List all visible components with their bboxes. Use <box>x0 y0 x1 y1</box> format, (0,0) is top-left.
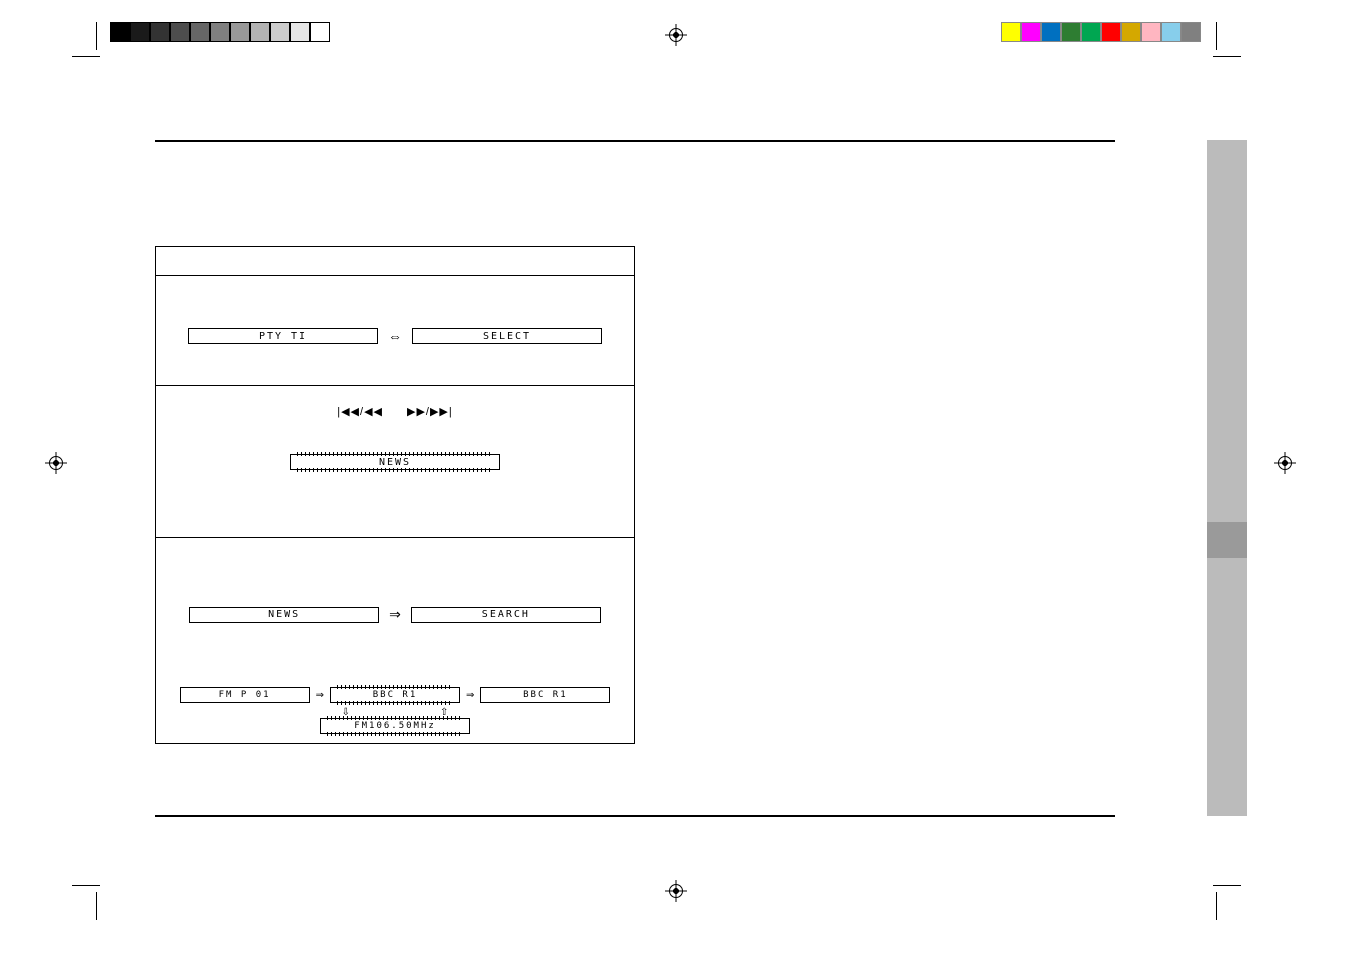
side-tab-active <box>1207 522 1247 558</box>
display-cell: SEARCH <box>411 607 601 623</box>
display-cell: BBC R1 <box>480 687 610 703</box>
step-3: NEWS ⇒ SEARCH <box>156 537 634 623</box>
right-arrow-icon: ⇒ <box>466 690 474 701</box>
instruction-panel: PTY TI ⇔ SELECT |◀◀/◀◀ ▶▶/▶▶| NEWS NEWS … <box>155 246 635 744</box>
display-cell-blinking: NEWS <box>290 454 500 470</box>
color-calibration-strip <box>1001 22 1201 42</box>
display-cell: NEWS <box>189 607 379 623</box>
crop-mark-icon <box>72 880 112 920</box>
right-arrow-icon: ⇒ <box>389 606 401 623</box>
registration-mark-icon <box>1274 452 1296 474</box>
crop-mark-icon <box>1201 22 1241 62</box>
step-1: PTY TI ⇔ SELECT <box>156 275 634 344</box>
crop-mark-icon <box>1201 880 1241 920</box>
next-skip-icon: ▶▶/▶▶| <box>407 405 453 418</box>
page-content <box>155 140 1115 142</box>
prev-skip-icon: |◀◀/◀◀ <box>337 405 383 418</box>
step-4: FM P 01 ⇒ BBC R1 ⇒ BBC R1 ⇩ ⇧ FM106.50MH… <box>156 677 634 734</box>
side-tab-column <box>1207 140 1247 816</box>
registration-mark-icon <box>45 452 67 474</box>
display-cell-scrolling: FM106.50MHz <box>320 718 470 734</box>
double-arrow-icon: ⇔ <box>388 328 402 344</box>
crop-mark-icon <box>72 22 112 62</box>
grayscale-calibration-strip <box>110 22 330 42</box>
display-cell-blinking: BBC R1 <box>330 687 460 703</box>
bottom-rule <box>155 815 1115 817</box>
step-2: |◀◀/◀◀ ▶▶/▶▶| NEWS <box>156 385 634 470</box>
registration-mark-icon <box>665 24 687 46</box>
registration-mark-icon <box>665 880 687 902</box>
top-rule <box>155 140 1115 142</box>
display-cell: FM P 01 <box>180 687 310 703</box>
display-cell: PTY TI <box>188 328 378 344</box>
right-arrow-icon: ⇒ <box>316 690 324 701</box>
display-cell: SELECT <box>412 328 602 344</box>
